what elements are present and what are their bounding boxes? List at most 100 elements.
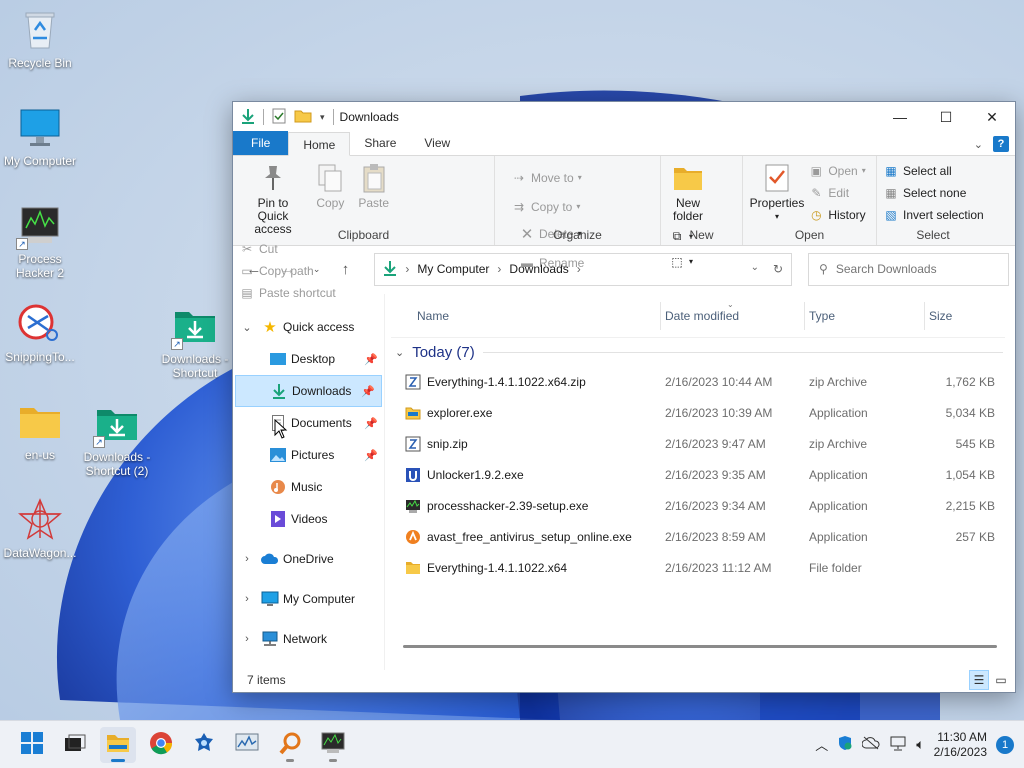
nav-onedrive[interactable]: › OneDrive — [233, 543, 384, 575]
notification-badge[interactable]: 1 — [996, 735, 1014, 754]
pin-quick-access-button[interactable]: Pin to Quick access — [239, 160, 307, 238]
file-name: avast_free_antivirus_setup_online.exe — [427, 529, 632, 544]
tab-file[interactable]: File — [233, 131, 289, 155]
group-header-today[interactable]: ⌄ Today (7) — [385, 338, 1015, 366]
horizontal-scrollbar[interactable] — [403, 645, 997, 648]
column-date-modified[interactable]: ⌄ Date modified — [661, 300, 805, 330]
nav-pictures[interactable]: Pictures 📌 — [233, 439, 384, 471]
onedrive-offline-icon[interactable] — [861, 736, 880, 753]
select-none-button[interactable]: ▦ Select none — [883, 183, 984, 202]
paste-button[interactable]: Paste — [354, 160, 394, 212]
copy-button[interactable]: Copy — [310, 160, 350, 212]
desktop-icon-datawagon[interactable]: DataWagon... — [0, 498, 80, 560]
search-input[interactable] — [835, 262, 986, 276]
file-row[interactable]: snip.zip 2/16/2023 9:47 AM zip Archive 5… — [391, 428, 1015, 459]
view-buttons: ☰ ▭ — [969, 670, 1015, 690]
invert-selection-button[interactable]: ▧ Invert selection — [883, 205, 983, 224]
copy-to-button[interactable]: ⇉ Copy to ▾ — [511, 197, 582, 216]
qat-dropdown-icon[interactable]: ▾ — [320, 112, 325, 123]
chevron-down-icon[interactable]: ⌄ — [233, 321, 261, 334]
nav-music[interactable]: Music — [233, 471, 384, 503]
details-view-button[interactable]: ☰ — [969, 670, 989, 690]
file-size: 1,054 KB — [945, 467, 995, 482]
properties-check-icon[interactable] — [272, 108, 286, 127]
file-row[interactable]: processhacker-2.39-setup.exe 2/16/2023 9… — [391, 490, 1015, 521]
desktop-icon-snipping-tool[interactable]: SnippingTo... — [0, 302, 80, 364]
minimize-button[interactable]: — — [877, 102, 923, 132]
nav-quick-access[interactable]: ⌄ ★ Quick access — [233, 311, 384, 343]
taskbar-resource-monitor[interactable] — [229, 727, 265, 763]
move-to-button[interactable]: ⇢ Move to ▾ — [511, 168, 582, 187]
file-row[interactable]: avast_free_antivirus_setup_online.exe 2/… — [391, 521, 1015, 552]
breadcrumb-my-computer[interactable]: My Computer — [417, 262, 489, 276]
tab-view[interactable]: View — [410, 131, 464, 155]
file-date: 2/16/2023 11:12 AM — [665, 560, 772, 575]
new-folder-button[interactable]: New folder — [667, 160, 709, 225]
address-dropdown-icon[interactable]: ⌄ — [751, 262, 759, 276]
maximize-button[interactable]: ☐ — [923, 102, 969, 132]
file-row[interactable]: Everything-1.4.1.1022.x64.zip 2/16/2023 … — [391, 366, 1015, 397]
easy-access-button[interactable]: ⬚ ▾ — [669, 252, 693, 271]
properties-button[interactable]: Properties ▾ — [749, 160, 805, 225]
desktop-icon-recycle-bin[interactable]: Recycle Bin — [0, 8, 80, 70]
nav-my-computer[interactable]: › My Computer — [233, 583, 384, 615]
chevron-right-icon[interactable]: › — [233, 633, 261, 645]
pin-icon[interactable]: 📌 — [364, 353, 378, 366]
desktop-icon-downloads-shortcut[interactable]: ↗ Downloads - Shortcut — [155, 304, 235, 380]
clock[interactable]: 11:30 AM 2/16/2023 — [934, 730, 987, 760]
desktop-icon-en-us[interactable]: en-us — [0, 400, 80, 462]
collapse-ribbon-icon[interactable]: ⌄ — [974, 138, 983, 151]
taskbar-blue-app[interactable] — [186, 727, 222, 763]
tab-share[interactable]: Share — [350, 131, 410, 155]
taskbar-file-explorer[interactable] — [100, 726, 136, 763]
chevron-right-icon[interactable]: › — [233, 593, 261, 605]
open-button[interactable]: ▣ Open ▾ — [808, 161, 866, 180]
select-all-button[interactable]: ▦ Select all — [883, 161, 984, 180]
column-name[interactable]: Name — [391, 301, 661, 330]
nav-documents[interactable]: Documents 📌 — [233, 407, 384, 439]
file-type: zip Archive — [809, 374, 868, 389]
file-row[interactable]: Unlocker1.9.2.exe 2/16/2023 9:35 AM Appl… — [391, 459, 1015, 490]
network-tray-icon[interactable] — [889, 735, 907, 754]
taskbar-process-hacker[interactable] — [315, 727, 351, 763]
ribbon: Pin to Quick access Copy Paste ✂ Cut ▭ Cop… — [233, 156, 1015, 300]
file-row[interactable]: explorer.exe 2/16/2023 10:39 AM Applicat… — [391, 397, 1015, 428]
taskbar-search-magnifier[interactable] — [272, 727, 308, 763]
history-button[interactable]: ◷ History — [808, 205, 866, 224]
desktop-icon-process-hacker[interactable]: ↗ Process Hacker 2 — [0, 204, 80, 280]
pin-icon[interactable]: 📌 — [361, 385, 375, 398]
pin-icon[interactable]: 📌 — [364, 417, 378, 430]
organize-group-label: Organize — [553, 228, 602, 242]
help-icon[interactable]: ? — [993, 136, 1009, 152]
column-size[interactable]: Size — [925, 302, 1005, 330]
open-small-buttons: ▣ Open ▾ ✎ Edit ◷ History — [808, 160, 866, 224]
file-row[interactable]: Everything-1.4.1.1022.x64 2/16/2023 11:1… — [391, 552, 1015, 583]
nav-downloads[interactable]: Downloads 📌 — [235, 375, 382, 407]
copy-path-button[interactable]: ▭ Copy path — [239, 261, 336, 280]
search-box[interactable]: ⚲ — [808, 252, 1009, 286]
chevron-right-icon[interactable]: › — [233, 553, 261, 565]
taskbar-chrome[interactable] — [143, 727, 179, 763]
edit-button[interactable]: ✎ Edit — [808, 183, 865, 202]
refresh-icon[interactable]: ↻ — [773, 262, 783, 276]
close-button[interactable]: ✕ — [969, 102, 1015, 132]
defender-shield-icon[interactable] — [837, 735, 853, 754]
pin-icon[interactable]: 📌 — [364, 449, 378, 462]
tab-home[interactable]: Home — [288, 132, 351, 156]
task-view-button[interactable] — [57, 727, 93, 763]
monitor-icon — [261, 591, 279, 607]
nav-videos[interactable]: Videos — [233, 503, 384, 535]
large-icons-view-button[interactable]: ▭ — [991, 670, 1011, 690]
start-button[interactable] — [14, 727, 50, 763]
desktop-icon-my-computer[interactable]: My Computer — [0, 106, 80, 168]
volume-icon[interactable]: 🔈︎ — [916, 736, 924, 753]
group-divider — [482, 351, 1003, 353]
column-type[interactable]: Type — [805, 301, 925, 330]
title-bar[interactable]: ▾ Downloads — ☐ ✕ — [233, 102, 1015, 132]
new-folder-qat-icon[interactable] — [294, 109, 312, 126]
desktop-icon-downloads-shortcut-2[interactable]: ↗ Downloads - Shortcut (2) — [77, 402, 157, 478]
rename-button[interactable]: ▬ Rename — [519, 253, 584, 272]
nav-network[interactable]: › Network — [233, 623, 384, 655]
nav-desktop[interactable]: Desktop 📌 — [233, 343, 384, 375]
chevron-up-icon[interactable]: ︿ — [815, 735, 828, 754]
